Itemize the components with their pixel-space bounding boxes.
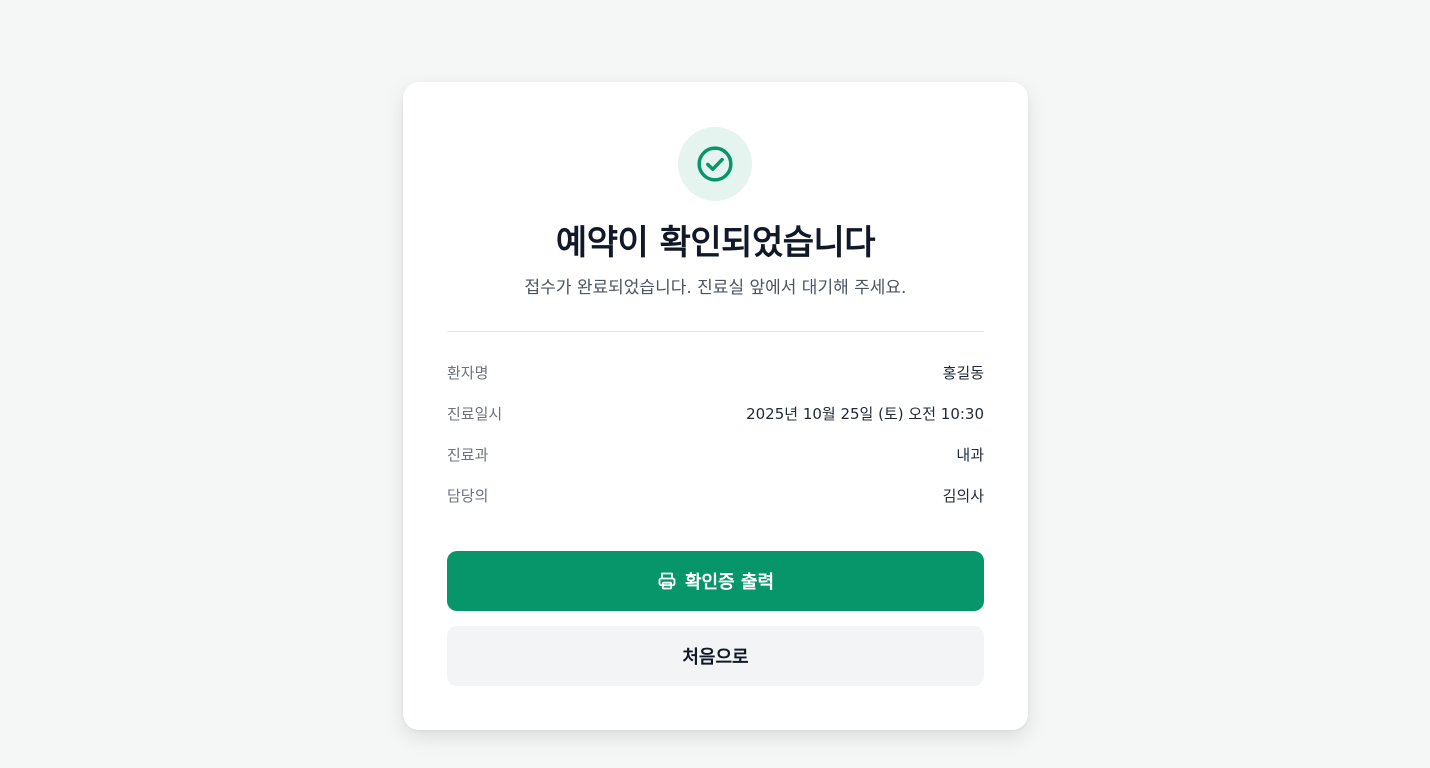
detail-label: 담당의 xyxy=(447,487,489,505)
detail-value: 홍길동 xyxy=(942,364,984,382)
detail-value: 내과 xyxy=(956,446,984,464)
home-button[interactable]: 처음으로 xyxy=(447,626,984,686)
page-subtitle: 접수가 완료되었습니다. 진료실 앞에서 대기해 주세요. xyxy=(524,278,907,298)
detail-row-doctor: 담당의 김의사 xyxy=(447,475,984,516)
home-button-label: 처음으로 xyxy=(682,647,749,668)
detail-value: 김의사 xyxy=(942,487,984,505)
confirmation-card: 예약이 확인되었습니다 접수가 완료되었습니다. 진료실 앞에서 대기해 주세요… xyxy=(403,82,1028,730)
print-button-label: 확인증 출력 xyxy=(684,572,775,593)
page-title: 예약이 확인되었습니다 xyxy=(555,223,876,263)
printer-icon xyxy=(657,571,677,591)
detail-label: 환자명 xyxy=(447,364,489,382)
divider xyxy=(447,331,984,332)
detail-row-department: 진료과 내과 xyxy=(447,434,984,475)
detail-row-datetime: 진료일시 2025년 10월 25일 (토) 오전 10:30 xyxy=(447,393,984,434)
success-badge xyxy=(678,127,752,201)
check-circle-icon xyxy=(697,146,733,182)
detail-label: 진료일시 xyxy=(447,405,503,423)
detail-row-patient-name: 환자명 홍길동 xyxy=(447,352,984,393)
detail-label: 진료과 xyxy=(447,446,489,464)
appointment-details: 환자명 홍길동 진료일시 2025년 10월 25일 (토) 오전 10:30 … xyxy=(447,352,984,516)
detail-value: 2025년 10월 25일 (토) 오전 10:30 xyxy=(746,405,984,423)
print-confirmation-button[interactable]: 확인증 출력 xyxy=(447,551,984,611)
